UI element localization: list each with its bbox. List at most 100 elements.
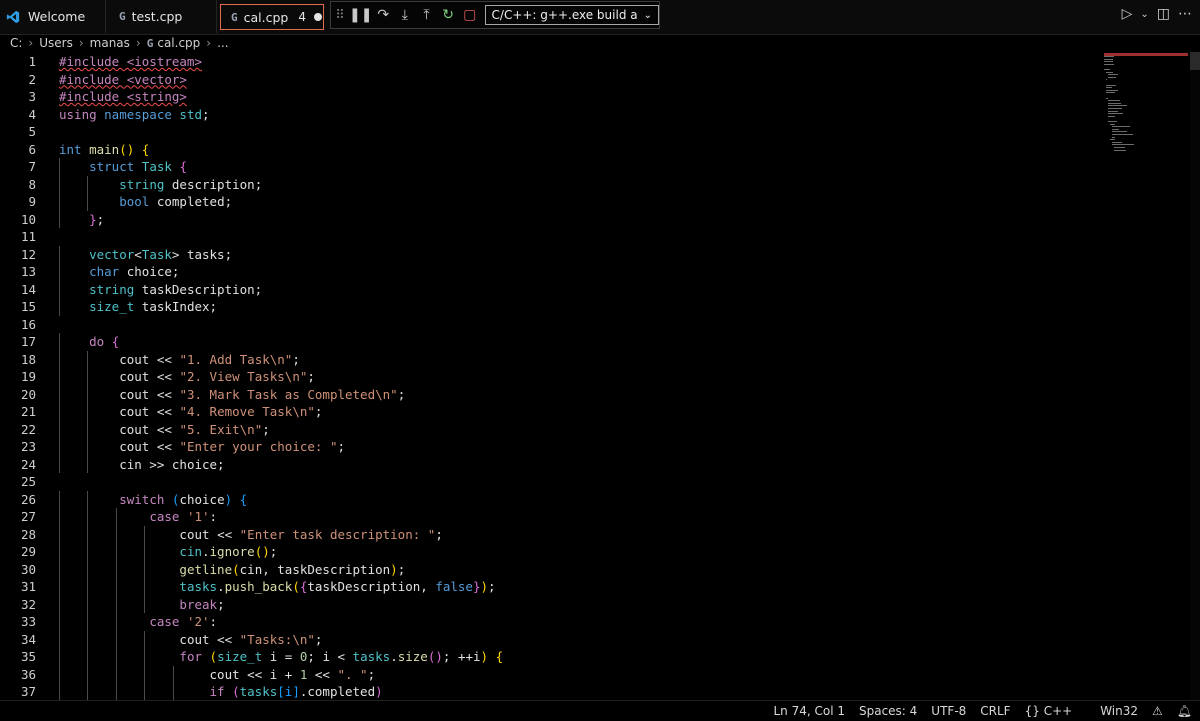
minimap-line <box>1112 144 1134 146</box>
code-text: break; <box>59 596 225 614</box>
scrollbar-thumb[interactable] <box>1190 52 1200 70</box>
breadcrumb-users[interactable]: Users <box>39 36 73 50</box>
code-editor[interactable]: 1 #include <iostream> 2 #include <vector> 3 #… <box>0 52 1190 701</box>
code-token: : <box>209 614 218 629</box>
code-line[interactable]: 25 <box>0 473 1100 491</box>
line-number: 7 <box>28 159 36 174</box>
code-line[interactable]: 1 #include <iostream> <box>0 53 1100 71</box>
line-number: 28 <box>20 526 36 542</box>
line-endings[interactable]: CRLF <box>980 704 1010 718</box>
code-line[interactable]: 11 <box>0 228 1100 246</box>
code-line[interactable]: 15 size_t taskIndex; <box>0 298 1100 316</box>
breadcrumb-file[interactable]: cal.cpp <box>157 36 200 50</box>
tab-welcome[interactable]: Welcome <box>0 0 106 33</box>
platform[interactable]: Win32 <box>1100 704 1138 718</box>
code-line[interactable]: 14 string taskDescription; <box>0 280 1100 298</box>
run-icon[interactable]: ▷ <box>1122 6 1133 22</box>
tab-test-cpp[interactable]: G test.cpp <box>107 0 217 33</box>
code-token: '1' <box>186 509 210 524</box>
language-label: C++ <box>1043 704 1073 718</box>
more-actions-icon[interactable]: ⋯ <box>1178 6 1192 22</box>
code-line[interactable]: 3 #include <string> <box>0 88 1100 106</box>
code-line[interactable]: 2 #include <vector> <box>0 71 1100 89</box>
code-token: << <box>156 439 180 454</box>
pause-icon[interactable]: ❚❚ <box>349 3 372 27</box>
step-into-icon[interactable]: ⤓ <box>394 3 416 27</box>
breadcrumb-drive[interactable]: C: <box>10 36 22 50</box>
code-line[interactable]: 28 cout << "Enter task description: "; <box>0 525 1100 543</box>
breadcrumb-symbol[interactable]: ... <box>217 36 228 50</box>
code-line[interactable]: 36 cout << i + 1 << ". "; <box>0 665 1100 683</box>
line-number: 4 <box>28 106 36 122</box>
code-token: "2. View Tasks\n" <box>179 369 308 384</box>
minimap[interactable] <box>1104 52 1188 162</box>
code-line[interactable]: 12 vector<Task> tasks; <box>0 245 1100 263</box>
indentation[interactable]: Spaces: 4 <box>859 704 917 718</box>
code-line[interactable]: 27 case '1': <box>0 508 1100 526</box>
code-line[interactable]: 18 cout << "1. Add Task\n"; <box>0 350 1100 368</box>
drag-handle-icon[interactable]: ⠿ <box>331 8 349 23</box>
code-line[interactable]: 31 tasks.push_back({taskDescription, fal… <box>0 578 1100 596</box>
code-line[interactable]: 13 char choice; <box>0 263 1100 281</box>
code-line[interactable]: 34 cout << "Tasks:\n"; <box>0 630 1100 648</box>
code-token: for <box>179 649 210 664</box>
code-text: case '1': <box>59 508 217 526</box>
stop-icon[interactable]: ▢ <box>459 3 481 27</box>
code-line[interactable]: 20 cout << "3. Mark Task as Completed\n"… <box>0 385 1100 403</box>
language-mode[interactable]: {} C++ <box>1025 704 1087 718</box>
notifications-warning-icon[interactable]: ⚠ <box>1152 704 1163 718</box>
cursor-position[interactable]: Ln 74, Col 1 <box>773 704 845 718</box>
code-token: ) <box>480 579 489 594</box>
code-token: << <box>307 666 338 682</box>
code-line[interactable]: 23 cout << "Enter your choice: "; <box>0 438 1100 456</box>
unsaved-dot-icon[interactable] <box>314 13 322 21</box>
code-token: ; <box>217 596 225 612</box>
code-line[interactable]: 37 if (tasks[i].completed) <box>0 683 1100 701</box>
code-token: choice <box>179 491 225 507</box>
code-line[interactable]: 9 bool completed; <box>0 193 1100 211</box>
debug-config-select[interactable]: C/C++: g++.exe build a ⌄ <box>484 5 659 25</box>
encoding[interactable]: UTF-8 <box>931 704 966 718</box>
code-token: cout <box>179 526 218 542</box>
code-token: i = <box>269 649 300 664</box>
code-token: bool <box>119 194 157 209</box>
breadcrumb-manas[interactable]: manas <box>90 36 130 50</box>
line-number: 8 <box>28 176 36 192</box>
code-line[interactable]: 16 <box>0 316 1100 334</box>
code-line[interactable]: 6 int main() { <box>0 141 1100 159</box>
code-line[interactable]: 19 cout << "2. View Tasks\n"; <box>0 368 1100 386</box>
code-text: size_t taskIndex; <box>59 298 217 316</box>
code-line[interactable]: 5 <box>0 123 1100 141</box>
code-line[interactable]: 4 using namespace std; <box>0 106 1100 124</box>
step-out-icon[interactable]: ⤒ <box>416 3 438 27</box>
bell-icon[interactable]: 🔔︎ <box>1177 704 1192 718</box>
line-number: 25 <box>20 474 36 489</box>
code-line[interactable]: 17 do { <box>0 333 1100 351</box>
step-over-icon[interactable]: ↷ <box>372 3 394 27</box>
code-line[interactable]: 22 cout << "5. Exit\n"; <box>0 420 1100 438</box>
tab-cal-cpp[interactable]: G cal.cpp 4 <box>220 4 324 30</box>
code-token: vector <box>89 246 135 262</box>
code-line[interactable]: 35 for (size_t i = 0; i < tasks.size(); … <box>0 648 1100 666</box>
code-line[interactable]: 33 case '2': <box>0 613 1100 631</box>
code-line[interactable]: 26 switch (choice) { <box>0 490 1100 508</box>
split-editor-icon[interactable]: ◫ <box>1157 6 1170 22</box>
code-line[interactable]: 7 struct Task { <box>0 158 1100 176</box>
line-number: 34 <box>20 631 36 647</box>
restart-icon[interactable]: ↻ <box>437 3 459 27</box>
code-line[interactable]: 21 cout << "4. Remove Task\n"; <box>0 403 1100 421</box>
code-token: ( <box>232 561 240 577</box>
code-token: ) <box>390 561 398 577</box>
code-line[interactable]: 29 cin.ignore(); <box>0 543 1100 561</box>
code-line[interactable]: 32 break; <box>0 595 1100 614</box>
vertical-scrollbar[interactable] <box>1190 52 1200 700</box>
code-token: ) <box>480 649 496 664</box>
code-text: getline(cin, taskDescription); <box>59 561 405 579</box>
code-line[interactable]: 30 getline(cin, taskDescription); <box>0 560 1100 579</box>
code-line[interactable]: 8 string description; <box>0 175 1100 193</box>
code-line[interactable]: 10 }; <box>0 210 1100 228</box>
code-line[interactable]: 24 cin >> choice; <box>0 455 1100 473</box>
chevron-down-icon[interactable]: ⌄ <box>1140 9 1148 20</box>
